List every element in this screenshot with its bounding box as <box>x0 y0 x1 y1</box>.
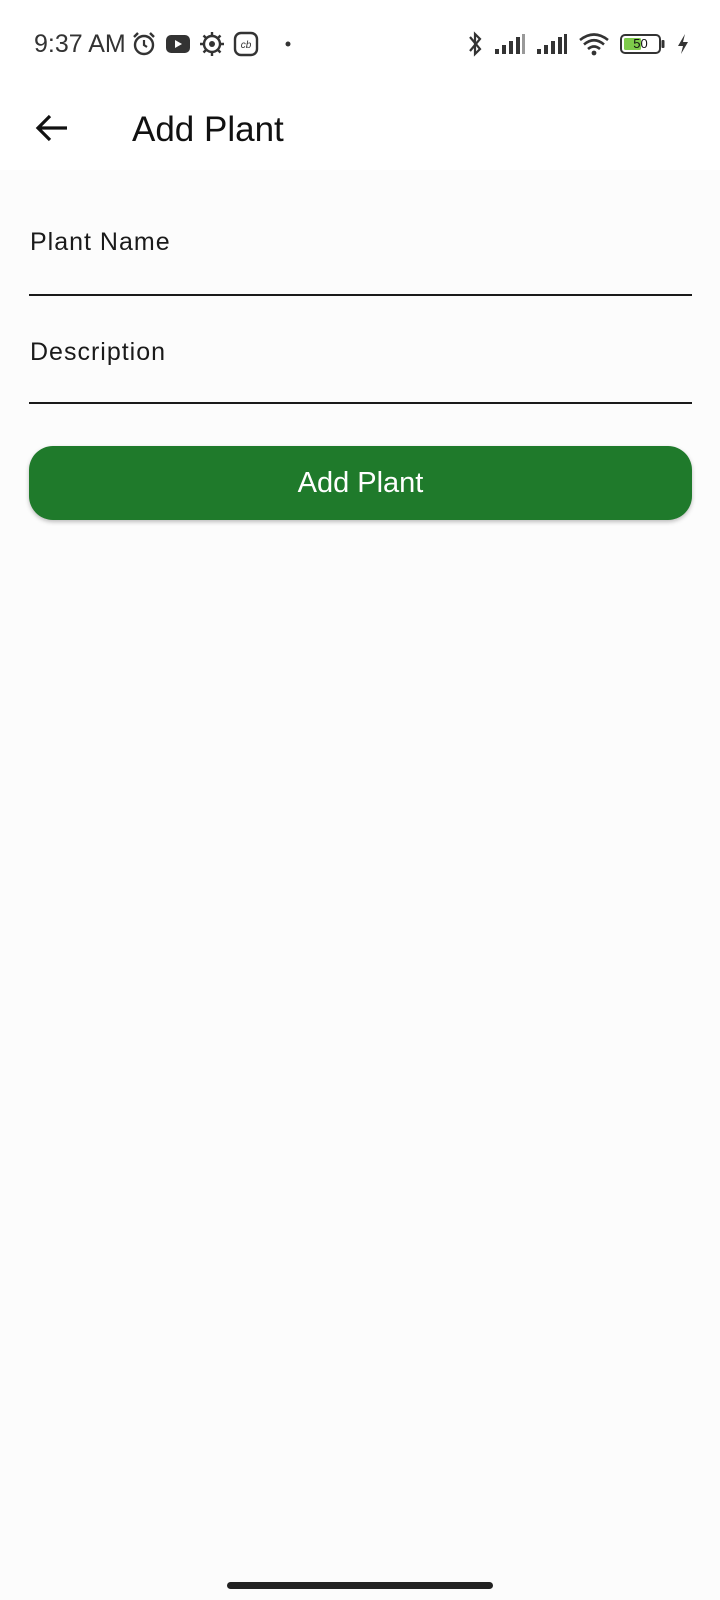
arrow-back-icon <box>35 113 69 148</box>
app-cb-text: cb <box>241 40 252 51</box>
signal-icon <box>494 33 526 55</box>
battery-icon: 50 <box>620 33 666 55</box>
bluetooth-icon <box>466 30 484 58</box>
description-input[interactable] <box>29 310 696 404</box>
app-bar: Add Plant <box>0 90 720 170</box>
dot-icon <box>285 41 291 47</box>
battery-level: 50 <box>633 36 648 51</box>
youtube-icon <box>165 33 191 55</box>
plant-name-field[interactable]: Plant Name <box>29 200 696 296</box>
add-plant-form: Plant Name Description <box>29 200 696 404</box>
plant-name-input[interactable] <box>29 200 696 296</box>
page-title: Add Plant <box>132 110 284 149</box>
status-bar: 9:37 AM cb 50 <box>0 0 720 90</box>
description-field[interactable]: Description <box>29 310 696 404</box>
wifi-icon <box>578 32 610 56</box>
signal-icon <box>536 33 568 55</box>
charging-icon <box>676 33 690 55</box>
status-left-icons: cb <box>131 30 291 58</box>
add-plant-button[interactable]: Add Plant <box>29 446 692 520</box>
home-indicator[interactable] <box>227 1582 493 1589</box>
alarm-icon <box>131 31 157 57</box>
back-button[interactable] <box>24 102 80 158</box>
status-right-icons: 50 <box>466 30 690 58</box>
app-cb-icon: cb <box>233 31 259 57</box>
status-time: 9:37 AM <box>34 30 126 58</box>
settings-gear-icon <box>199 31 225 57</box>
